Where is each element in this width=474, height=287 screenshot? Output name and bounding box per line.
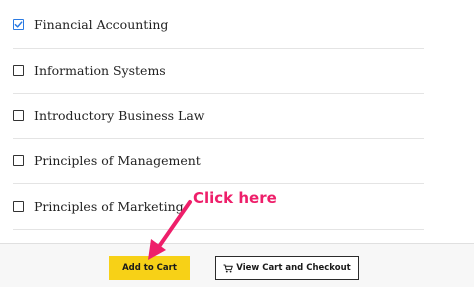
course-checkbox[interactable] <box>13 200 24 212</box>
cart-icon <box>223 264 234 273</box>
course-option-principles-of-management[interactable]: Principles of Management <box>13 150 424 170</box>
course-option-financial-accounting[interactable]: Financial Accounting <box>13 14 424 34</box>
course-option-information-systems[interactable]: Information Systems <box>13 60 424 80</box>
course-label: Introductory Business Law <box>34 107 205 123</box>
view-cart-label: View Cart and Checkout <box>236 263 351 273</box>
course-checkbox-checked[interactable] <box>13 18 24 30</box>
course-label: Financial Accounting <box>34 16 169 32</box>
divider <box>13 138 424 139</box>
divider <box>13 48 424 49</box>
annotation-callout: Click here <box>193 189 277 207</box>
divider <box>13 229 424 230</box>
divider <box>13 93 424 94</box>
course-label: Information Systems <box>34 62 166 78</box>
arrow-icon <box>148 200 192 260</box>
course-checkbox[interactable] <box>13 154 24 166</box>
checkmark-icon <box>14 20 23 28</box>
divider <box>13 183 424 184</box>
view-cart-checkout-button[interactable]: View Cart and Checkout <box>215 256 359 280</box>
course-checkbox[interactable] <box>13 109 24 121</box>
add-to-cart-label: Add to Cart <box>122 263 177 273</box>
course-option-introductory-business-law[interactable]: Introductory Business Law <box>13 105 424 125</box>
cart-action-bar: Add to Cart View Cart and Checkout <box>0 243 474 287</box>
course-label: Principles of Management <box>34 152 201 168</box>
course-checkbox[interactable] <box>13 64 24 76</box>
